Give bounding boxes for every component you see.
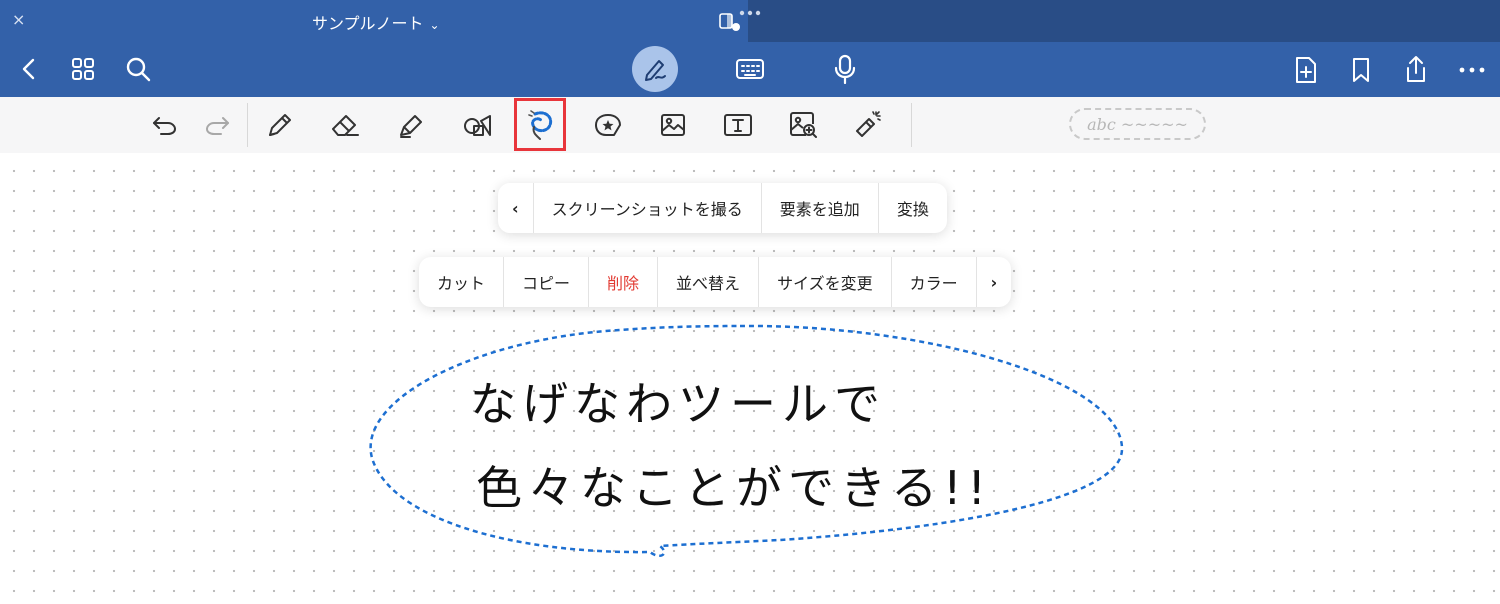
menu-delete[interactable]: 削除 (589, 257, 659, 307)
keyboard-icon[interactable] (734, 54, 766, 84)
eraser-icon[interactable] (328, 108, 362, 142)
more-icon[interactable] (1456, 56, 1488, 84)
image-icon[interactable] (656, 108, 690, 142)
menu-color[interactable]: カラー (892, 257, 977, 307)
undo-icon[interactable] (148, 110, 180, 140)
laser-pointer-icon[interactable] (850, 106, 886, 142)
microphone-icon[interactable] (830, 52, 860, 86)
lasso-selection-outline (369, 324, 1124, 557)
menu-back-button[interactable]: ‹ (498, 183, 534, 233)
add-page-icon[interactable] (1290, 54, 1322, 86)
chevron-down-icon: ⌄ (429, 18, 440, 32)
menu-take-screenshot[interactable]: スクリーンショットを撮る (534, 183, 762, 233)
handwriting-line-2: 色々なことができる!! (476, 461, 992, 515)
search-icon[interactable] (122, 54, 154, 84)
pen-icon (641, 55, 669, 83)
chevron-left-icon[interactable] (14, 54, 44, 84)
menu-resize[interactable]: サイズを変更 (759, 257, 892, 307)
menu-forward-button[interactable]: › (977, 257, 1012, 307)
handwriting-style-preview[interactable]: abc ~~~~~ (1069, 108, 1206, 140)
multitask-icon[interactable] (716, 8, 764, 34)
menu-arrange[interactable]: 並べ替え (658, 257, 760, 307)
selected-tool-highlight (514, 98, 566, 151)
textbox-icon[interactable] (720, 108, 756, 142)
split-view-area (748, 0, 1500, 42)
tool-divider (247, 103, 248, 147)
close-icon[interactable]: × (12, 10, 25, 29)
shapes-icon[interactable] (458, 108, 494, 142)
handwriting-line-1: なげなわツールで (470, 377, 886, 431)
title-bar: × サンプルノート ⌄ (0, 0, 1500, 42)
context-menu-bottom: カット コピー 削除 並べ替え サイズを変更 カラー › (419, 257, 1012, 307)
bookmark-icon[interactable] (1346, 54, 1376, 86)
menu-add-element[interactable]: 要素を追加 (762, 183, 879, 233)
tool-divider-2 (911, 103, 912, 147)
menu-cut[interactable]: カット (419, 257, 505, 307)
grid-icon[interactable] (68, 54, 98, 84)
context-menu-top: ‹ スクリーンショットを撮る 要素を追加 変換 (498, 183, 947, 233)
highlighter-icon[interactable] (394, 108, 428, 142)
document-title-text: サンプルノート (312, 14, 424, 33)
menu-convert[interactable]: 変換 (879, 183, 947, 233)
pencil-icon[interactable] (264, 108, 296, 142)
image-search-icon[interactable] (786, 108, 820, 142)
document-title[interactable]: サンプルノート ⌄ (312, 10, 440, 34)
sticker-icon[interactable] (590, 108, 626, 142)
share-icon[interactable] (1400, 52, 1432, 86)
pen-mode-button[interactable] (632, 46, 678, 92)
redo-icon[interactable] (202, 110, 234, 140)
menu-copy[interactable]: コピー (504, 257, 590, 307)
